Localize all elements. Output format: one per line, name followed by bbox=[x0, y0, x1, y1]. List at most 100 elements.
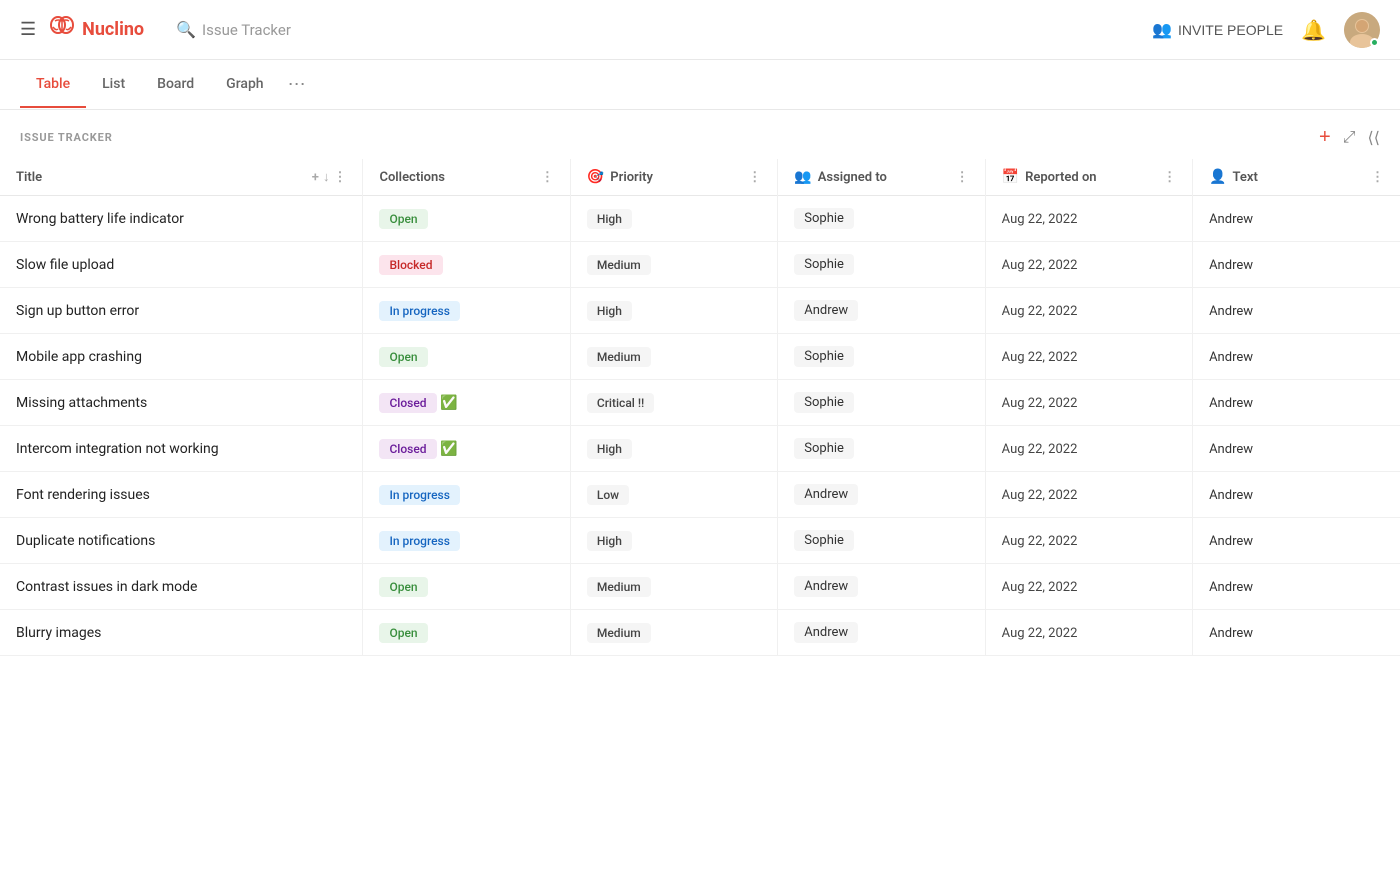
tab-table[interactable]: Table bbox=[20, 62, 86, 108]
priority-badge[interactable]: High bbox=[587, 439, 632, 459]
table-row: Blurry images Open Medium Andrew Aug 22, 202… bbox=[0, 610, 1400, 656]
section-actions: + ⤢ ⟨⟨ bbox=[1319, 126, 1380, 149]
priority-badge[interactable]: Critical ‼ bbox=[587, 393, 654, 413]
col-header-assigned: 👥 Assigned to ⋮ bbox=[778, 159, 985, 196]
collection-badge[interactable]: Closed bbox=[379, 439, 436, 459]
table-row: Slow file upload Blocked Medium Sophie Aug 2… bbox=[0, 242, 1400, 288]
reported-date: Aug 22, 2022 bbox=[1002, 212, 1078, 227]
expand-button[interactable]: ⤢ bbox=[1343, 129, 1356, 147]
priority-badge[interactable]: Medium bbox=[587, 623, 651, 643]
col-reported-label: Reported on bbox=[1025, 170, 1096, 185]
priority-col-icon: 🎯 bbox=[587, 169, 604, 185]
row-title[interactable]: Blurry images bbox=[16, 625, 101, 641]
collection-badge[interactable]: Open bbox=[379, 577, 427, 597]
row-title[interactable]: Font rendering issues bbox=[16, 487, 150, 503]
priority-badge[interactable]: Medium bbox=[587, 347, 651, 367]
collection-badge[interactable]: Closed bbox=[379, 393, 436, 413]
row-title[interactable]: Wrong battery life indicator bbox=[16, 211, 184, 227]
reported-date: Aug 22, 2022 bbox=[1002, 488, 1078, 503]
text-value: Andrew bbox=[1209, 534, 1253, 549]
col-assigned-label: Assigned to bbox=[818, 170, 887, 185]
search-label: Issue Tracker bbox=[202, 21, 291, 39]
text-value: Andrew bbox=[1209, 580, 1253, 595]
text-value: Andrew bbox=[1209, 488, 1253, 503]
invite-people-button[interactable]: 👥 INVITE PEOPLE bbox=[1152, 20, 1283, 40]
issue-table: Title + ↓ ⋮ Collections ⋮ bbox=[0, 159, 1400, 656]
avatar[interactable] bbox=[1344, 12, 1380, 48]
reported-date: Aug 22, 2022 bbox=[1002, 350, 1078, 365]
table-row: Intercom integration not workingClosed ✅… bbox=[0, 426, 1400, 472]
row-title[interactable]: Contrast issues in dark mode bbox=[16, 579, 197, 595]
col-header-reported: 📅 Reported on ⋮ bbox=[985, 159, 1192, 196]
table-row: Contrast issues in dark mode Open Medium An… bbox=[0, 564, 1400, 610]
collection-badge[interactable]: In progress bbox=[379, 485, 459, 505]
reported-date: Aug 22, 2022 bbox=[1002, 534, 1078, 549]
add-row-button[interactable]: + bbox=[1319, 126, 1331, 149]
collection-badge[interactable]: In progress bbox=[379, 531, 459, 551]
notification-icon[interactable]: 🔔 bbox=[1301, 18, 1326, 42]
col-title-more-icon[interactable]: ⋮ bbox=[333, 170, 346, 185]
collection-badge[interactable]: Open bbox=[379, 209, 427, 229]
collapse-button[interactable]: ⟨⟨ bbox=[1368, 128, 1380, 148]
reported-date: Aug 22, 2022 bbox=[1002, 626, 1078, 641]
tab-list[interactable]: List bbox=[86, 62, 141, 108]
reported-date: Aug 22, 2022 bbox=[1002, 258, 1078, 273]
collection-badge[interactable]: Open bbox=[379, 347, 427, 367]
col-title-sort-icon[interactable]: ↓ bbox=[323, 169, 330, 185]
checkmark-icon: ✅ bbox=[440, 395, 457, 411]
brain-icon bbox=[48, 13, 76, 47]
priority-badge[interactable]: Medium bbox=[587, 255, 651, 275]
priority-badge[interactable]: High bbox=[587, 531, 632, 551]
text-value: Andrew bbox=[1209, 258, 1253, 273]
invite-icon: 👥 bbox=[1152, 20, 1172, 40]
row-title[interactable]: Sign up button error bbox=[16, 303, 139, 319]
text-col-icon: 👤 bbox=[1209, 169, 1226, 185]
assigned-badge: Andrew bbox=[794, 622, 858, 643]
row-title[interactable]: Intercom integration not working bbox=[16, 441, 219, 457]
online-status-dot bbox=[1370, 38, 1379, 47]
row-title[interactable]: Missing attachments bbox=[16, 395, 147, 411]
row-title[interactable]: Slow file upload bbox=[16, 257, 114, 273]
reported-col-icon: 📅 bbox=[1002, 169, 1019, 185]
table-wrapper: Title + ↓ ⋮ Collections ⋮ bbox=[0, 159, 1400, 656]
tab-board[interactable]: Board bbox=[141, 62, 210, 108]
col-title-add-icon[interactable]: + bbox=[312, 170, 319, 185]
tab-more-icon[interactable]: ⋯ bbox=[280, 60, 314, 109]
collection-badge[interactable]: In progress bbox=[379, 301, 459, 321]
search-wrapper[interactable]: 🔍 Issue Tracker bbox=[176, 20, 291, 39]
priority-badge[interactable]: High bbox=[587, 301, 632, 321]
collection-badge[interactable]: Blocked bbox=[379, 255, 442, 275]
text-value: Andrew bbox=[1209, 396, 1253, 411]
row-title[interactable]: Duplicate notifications bbox=[16, 533, 155, 549]
assigned-col-icon: 👥 bbox=[794, 169, 811, 185]
priority-badge[interactable]: Medium bbox=[587, 577, 651, 597]
collection-badge[interactable]: Open bbox=[379, 623, 427, 643]
tab-graph[interactable]: Graph bbox=[210, 62, 279, 108]
text-value: Andrew bbox=[1209, 442, 1253, 457]
row-title[interactable]: Mobile app crashing bbox=[16, 349, 142, 365]
assigned-badge: Sophie bbox=[794, 208, 854, 229]
table-row: Duplicate notifications In progress High So… bbox=[0, 518, 1400, 564]
col-header-priority: 🎯 Priority ⋮ bbox=[570, 159, 777, 196]
assigned-badge: Andrew bbox=[794, 576, 858, 597]
col-text-more-icon[interactable]: ⋮ bbox=[1371, 170, 1384, 185]
assigned-badge: Sophie bbox=[794, 392, 854, 413]
topnav: ☰ Nuclino 🔍 Issue Tracker bbox=[0, 0, 1400, 60]
priority-badge[interactable]: High bbox=[587, 209, 632, 229]
col-header-title: Title + ↓ ⋮ bbox=[0, 159, 363, 196]
reported-date: Aug 22, 2022 bbox=[1002, 396, 1078, 411]
col-priority-more-icon[interactable]: ⋮ bbox=[748, 170, 761, 185]
priority-badge[interactable]: Low bbox=[587, 485, 629, 505]
col-priority-label: Priority bbox=[610, 170, 653, 185]
col-reported-more-icon[interactable]: ⋮ bbox=[1163, 170, 1176, 185]
hamburger-icon[interactable]: ☰ bbox=[20, 19, 36, 40]
logo-wrapper: Nuclino bbox=[48, 13, 144, 47]
col-assigned-more-icon[interactable]: ⋮ bbox=[956, 170, 969, 185]
logo-text: Nuclino bbox=[82, 19, 144, 40]
assigned-badge: Sophie bbox=[794, 254, 854, 275]
col-header-collections: Collections ⋮ bbox=[363, 159, 570, 196]
assigned-badge: Sophie bbox=[794, 530, 854, 551]
tabbar: Table List Board Graph ⋯ bbox=[0, 60, 1400, 110]
col-collections-more-icon[interactable]: ⋮ bbox=[541, 170, 554, 185]
section-title: ISSUE TRACKER bbox=[20, 131, 113, 144]
